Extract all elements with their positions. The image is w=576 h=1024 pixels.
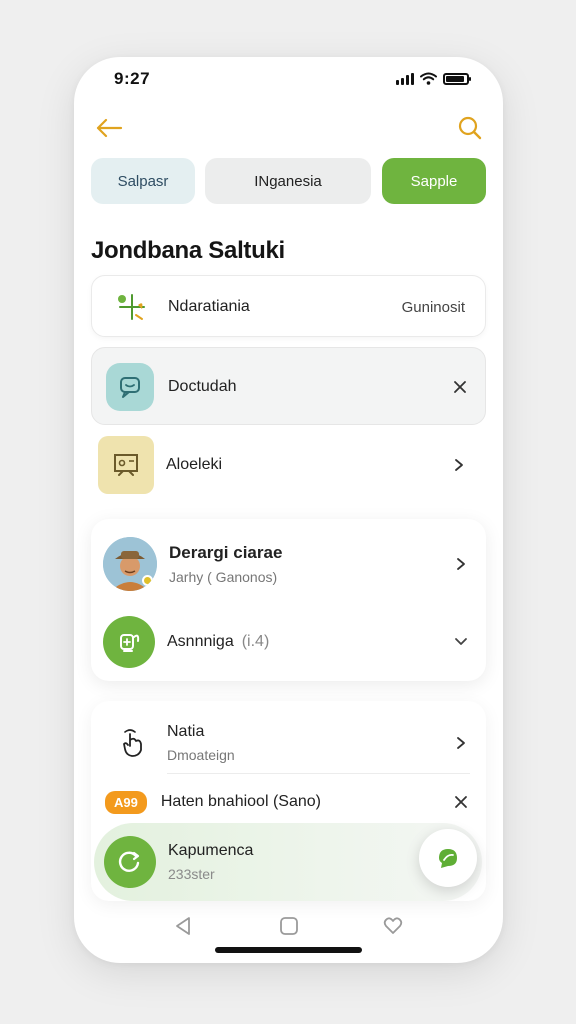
list-item-a[interactable]: Ndaratiania Guninosit [91, 275, 486, 337]
row-a: Ndaratiania Guninosit [92, 276, 485, 338]
bottom-nav [74, 905, 503, 945]
row-e3-title: Kapumenca [168, 842, 254, 859]
chip-3-selected[interactable]: Sapple [382, 158, 486, 204]
status-bar: 9:27 [74, 57, 503, 101]
expand-button[interactable] [454, 637, 468, 647]
leaf-tool-icon [103, 616, 155, 668]
wifi-icon [420, 72, 437, 85]
search-button[interactable] [453, 111, 487, 145]
row-d1-sub: Jarhy ( Ganonos) [169, 569, 278, 585]
chevron-right-icon [457, 558, 465, 570]
chat-bubble-icon [106, 363, 154, 411]
chip-2[interactable]: INganesia [205, 158, 371, 204]
chat-leaf-icon [439, 849, 457, 868]
back-arrow-icon [96, 118, 123, 138]
chat-fab-button[interactable] [419, 829, 477, 887]
group-card-d: Derargi ciarae Jarhy ( Ganonos) Asnnniga… [91, 519, 486, 681]
list-item-d2[interactable]: Asnnniga (i.4) [91, 613, 486, 671]
row-d2-title: Asnnniga [167, 633, 234, 650]
status-icons [396, 72, 471, 85]
back-button[interactable] [92, 111, 126, 145]
nav-favorites-button[interactable] [378, 911, 408, 941]
list-item-d1[interactable]: Derargi ciarae Jarhy ( Ganonos) [91, 531, 486, 597]
tools-icon [108, 283, 156, 331]
row-c-chevron [454, 458, 464, 472]
list-item-e2[interactable]: A99 Haten bnahiool (Sano) [91, 785, 486, 819]
status-time: 9:27 [114, 69, 151, 88]
chevron-down-icon [455, 638, 467, 645]
section-title: Jondbana Saltuki [91, 237, 285, 264]
square-home-icon [280, 917, 298, 935]
row-e3-sub: 233ster [168, 866, 215, 882]
chevron-right-icon [457, 737, 465, 749]
chevron-right-icon [455, 459, 463, 471]
close-icon [455, 796, 467, 808]
heart-icon [383, 917, 403, 934]
close-button[interactable] [453, 380, 467, 394]
divider [167, 773, 470, 774]
avatar [103, 537, 157, 591]
top-nav [74, 109, 503, 149]
nav-back-button[interactable] [168, 911, 198, 941]
phone-frame: 9:27 Salpasr INganesia Sapple Jondbana S… [74, 57, 503, 963]
list-item-c[interactable]: Aloeleki [98, 435, 486, 495]
chip-1[interactable]: Salpasr [91, 158, 195, 204]
row-a-value: Guninosit [401, 298, 465, 316]
list-item-b[interactable]: Doctudah [91, 347, 486, 425]
nav-home-button[interactable] [274, 911, 304, 941]
triangle-back-icon [176, 917, 190, 935]
battery-icon [443, 72, 471, 85]
row-c-title: Aloeleki [166, 456, 223, 473]
refresh-arrow-icon [104, 836, 156, 888]
row-d1-title: Derargi ciarae [169, 543, 283, 562]
search-icon [458, 116, 482, 140]
easel-icon [98, 436, 154, 494]
row-b-title: Doctudah [168, 378, 237, 395]
signal-icon [396, 72, 414, 85]
home-indicator [215, 947, 362, 953]
row-e1-sub: Dmoateign [167, 747, 235, 763]
row-b: Doctudah [92, 348, 485, 426]
avatar-status-dot [142, 575, 153, 586]
row-a-title: Ndaratiania [168, 298, 250, 315]
list-item-e1[interactable]: Natia Dmoateign [91, 713, 486, 773]
row-e2-title: Haten bnahiool (Sano) [160, 793, 321, 810]
hand-tap-icon [109, 719, 157, 767]
count-badge: A99 [105, 790, 147, 814]
row-e1-title: Natia [167, 723, 205, 740]
row-d2-extra: (i.4) [241, 633, 270, 650]
close-icon [454, 381, 466, 393]
filter-chips: Salpasr INganesia Sapple [91, 158, 486, 204]
dismiss-button[interactable] [454, 795, 468, 809]
